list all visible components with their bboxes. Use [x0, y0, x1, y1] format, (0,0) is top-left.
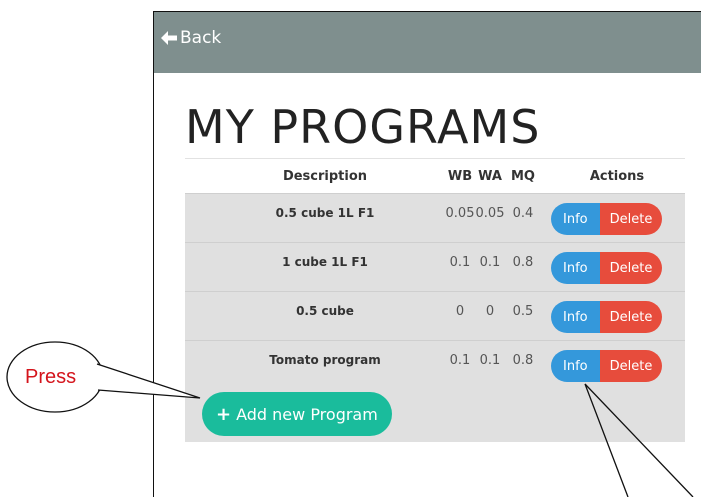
callout-text: Press	[25, 366, 77, 388]
annotation-overlay	[6, 341, 694, 497]
pointer-line-right	[584, 383, 694, 497]
screenshot-page: Back MY PROGRAMS Description WB WA MQ Ac…	[0, 0, 701, 497]
pointer-line-left	[584, 383, 629, 497]
callout-pointer	[96, 363, 201, 399]
